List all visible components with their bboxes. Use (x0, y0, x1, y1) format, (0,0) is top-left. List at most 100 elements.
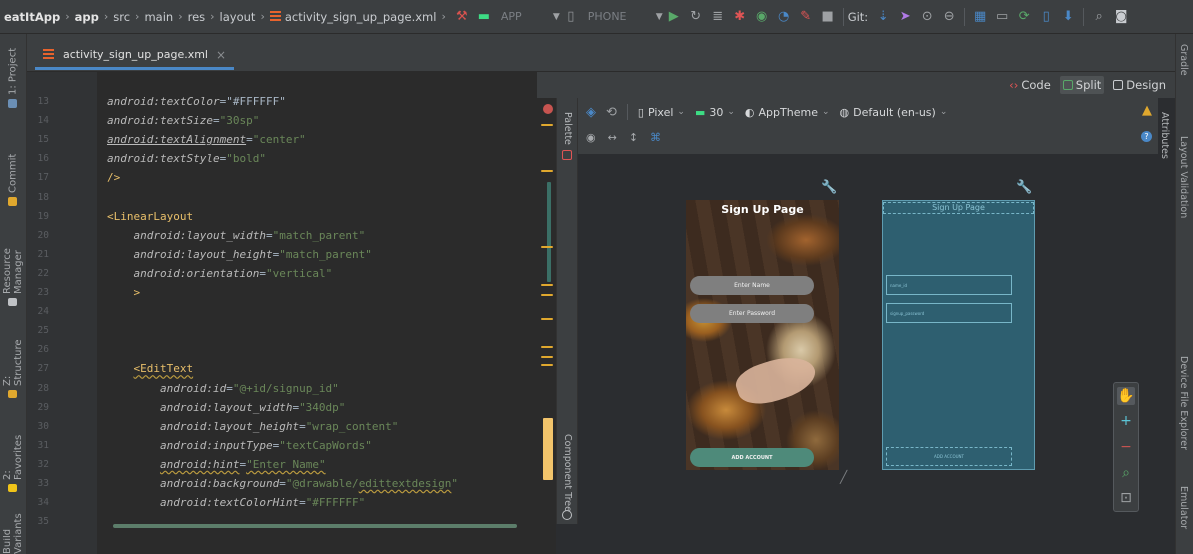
tool-gradle[interactable]: Gradle (1178, 44, 1189, 76)
preview-name-field[interactable]: Enter Name (690, 276, 814, 295)
select-design-surface[interactable]: ◈ (586, 105, 596, 120)
git-history-icon[interactable]: ⊙ (916, 6, 938, 28)
chevron-down-icon[interactable]: ▼ (553, 12, 560, 22)
code-line[interactable]: 32 android:hint="Enter Name" (27, 455, 537, 474)
git-update-icon[interactable]: ⇣ (872, 6, 894, 28)
warning-icon[interactable]: ▲ (1142, 103, 1152, 118)
resize-handle[interactable]: ╱ (840, 470, 847, 484)
breadcrumb-project[interactable]: eatItApp (4, 10, 60, 24)
code-line[interactable]: 25 (27, 321, 537, 340)
pin-icon[interactable]: 🔧 (1016, 180, 1032, 195)
tool-device-file-explorer[interactable]: Device File Explorer (1178, 356, 1189, 450)
stop-icon[interactable]: ■ (817, 6, 839, 28)
code-line[interactable]: 33 android:background="@drawable/edittex… (27, 474, 537, 493)
zoom-to-fit-screen-icon[interactable]: ⊡ (1117, 489, 1135, 507)
zoom-fit-icon[interactable]: ⌕ (1117, 464, 1135, 482)
tool-build-variants[interactable]: Build Variants (3, 504, 23, 554)
tool-structure[interactable]: Z: Structure (2, 330, 24, 398)
warning-marker[interactable] (541, 294, 553, 296)
locale-selector[interactable]: ◍ Default (en-us) ⌄ (840, 106, 948, 119)
pan-hand-icon[interactable]: ✋ (1117, 386, 1135, 405)
horizontal-resize-icon[interactable]: ↔ (608, 131, 617, 144)
attach-debugger-icon[interactable]: ✎ (795, 6, 817, 28)
code-line[interactable]: 30 android:layout_height="wrap_content" (27, 417, 537, 436)
coverage-icon[interactable]: ◉ (751, 6, 773, 28)
tool-component-tree[interactable]: Component Tree (562, 434, 573, 512)
git-rollback-icon[interactable]: ⊖ (938, 6, 960, 28)
tool-palette[interactable]: Palette (562, 112, 573, 145)
sync-gradle-icon[interactable]: ⟳ (1013, 6, 1035, 28)
tool-project[interactable]: 1: Project (3, 40, 23, 108)
tool-resource-manager[interactable]: Resource Manager (2, 210, 24, 306)
code-line[interactable]: 29 android:layout_width="340dp" (27, 398, 537, 417)
horizontal-scrollbar[interactable] (113, 524, 517, 528)
code-editor[interactable]: 13 android:textColor="#FFFFFF" 14 android:t… (27, 72, 537, 554)
pin-icon[interactable]: 🔧 (821, 180, 837, 195)
code-line[interactable]: 18 (27, 188, 537, 207)
code-line[interactable]: 20 android:layout_width="match_parent" (27, 226, 537, 245)
tool-emulator[interactable]: Emulator (1178, 486, 1189, 529)
api-level-selector[interactable]: ▬ 30 ⌄ (695, 106, 735, 119)
sdk-manager-icon[interactable]: ⬇ (1057, 6, 1079, 28)
view-options-eye-icon[interactable]: ◉ (586, 131, 596, 144)
tool-favorites[interactable]: 2: Favorites (2, 426, 24, 492)
orientation-button[interactable]: ⟲ (606, 105, 617, 120)
search-icon[interactable]: ⌕ (1088, 6, 1110, 28)
code-line[interactable]: 23 > (27, 283, 537, 302)
breadcrumb-res[interactable]: res (188, 10, 206, 24)
code-line[interactable]: 26 (27, 340, 537, 359)
view-mode-code[interactable]: ‹› Code (1006, 76, 1054, 94)
git-push-icon[interactable]: ➤ (894, 6, 916, 28)
breadcrumb-file[interactable]: activity_sign_up_page.xml (285, 10, 437, 24)
run-config-select[interactable]: APP (495, 6, 553, 28)
code-line[interactable]: 15 android:textAlignment="center" (27, 130, 537, 149)
code-line[interactable]: 35 (27, 512, 537, 531)
code-line[interactable]: 27 <EditText (27, 359, 537, 378)
warning-marker[interactable] (541, 124, 553, 126)
code-line[interactable]: 28 android:id="@+id/signup_id" (27, 379, 537, 398)
warning-marker[interactable] (541, 318, 553, 320)
layout-preview[interactable]: Sign Up Page Enter Name Enter Password A… (686, 200, 839, 470)
warning-marker[interactable] (541, 170, 553, 172)
avd-manager-icon[interactable]: ▯ (1035, 6, 1057, 28)
vertical-resize-icon[interactable]: ↕ (629, 131, 638, 144)
magnet-icon[interactable]: ⌘ (650, 131, 661, 144)
design-surface[interactable] (578, 98, 1175, 554)
warning-marker[interactable] (541, 364, 553, 366)
code-line[interactable]: 17 /> (27, 168, 537, 187)
blueprint-password-field[interactable]: signup_password (886, 303, 1012, 323)
terminal-icon[interactable]: ▭ (991, 6, 1013, 28)
chevron-down-icon[interactable]: ▼ (656, 12, 663, 22)
tool-attributes[interactable]: Attributes (1159, 112, 1170, 159)
breadcrumb-main[interactable]: main (144, 10, 173, 24)
code-line[interactable]: 34 android:textColorHint="#FFFFFF" (27, 493, 537, 512)
blueprint-view[interactable]: Sign Up Page name_id signup_password ADD… (882, 200, 1035, 470)
code-line[interactable]: 31 android:inputType="textCapWords" (27, 436, 537, 455)
code-line[interactable]: 22 android:orientation="vertical" (27, 264, 537, 283)
build-hammer-icon[interactable]: ⚒ (451, 6, 473, 28)
project-structure-icon[interactable]: ▦ (969, 6, 991, 28)
preview-password-field[interactable]: Enter Password (690, 304, 814, 323)
warning-marker[interactable] (541, 356, 553, 358)
preview-add-account-button[interactable]: ADD ACCOUNT (690, 448, 814, 467)
breadcrumb-src[interactable]: src (113, 10, 130, 24)
code-line[interactable]: 13 android:textColor="#FFFFFF" (27, 92, 537, 111)
close-icon[interactable]: × (216, 48, 226, 62)
profile-icon[interactable]: ◔ (773, 6, 795, 28)
warning-marker[interactable] (541, 346, 553, 348)
user-avatar-icon[interactable]: ◙ (1110, 6, 1132, 28)
warning-marker[interactable] (541, 246, 553, 248)
code-line[interactable]: 16 android:textStyle="bold" (27, 149, 537, 168)
view-mode-design[interactable]: Design (1110, 76, 1169, 94)
tool-commit[interactable]: Commit (3, 144, 23, 206)
device-select[interactable]: PHONE (582, 6, 656, 28)
tab-activity-sign-up-page[interactable]: activity_sign_up_page.xml × (35, 42, 235, 70)
apply-code-changes-icon[interactable]: ≣ (707, 6, 729, 28)
code-line[interactable]: 21 android:layout_height="match_parent" (27, 245, 537, 264)
code-line[interactable]: 14 android:textSize="30sp" (27, 111, 537, 130)
error-stripe[interactable] (537, 98, 556, 554)
apply-changes-icon[interactable]: ↻ (685, 6, 707, 28)
zoom-out-icon[interactable]: − (1117, 438, 1135, 456)
run-icon[interactable]: ▶ (663, 6, 685, 28)
device-selector[interactable]: ▯ Pixel ⌄ (638, 106, 685, 119)
